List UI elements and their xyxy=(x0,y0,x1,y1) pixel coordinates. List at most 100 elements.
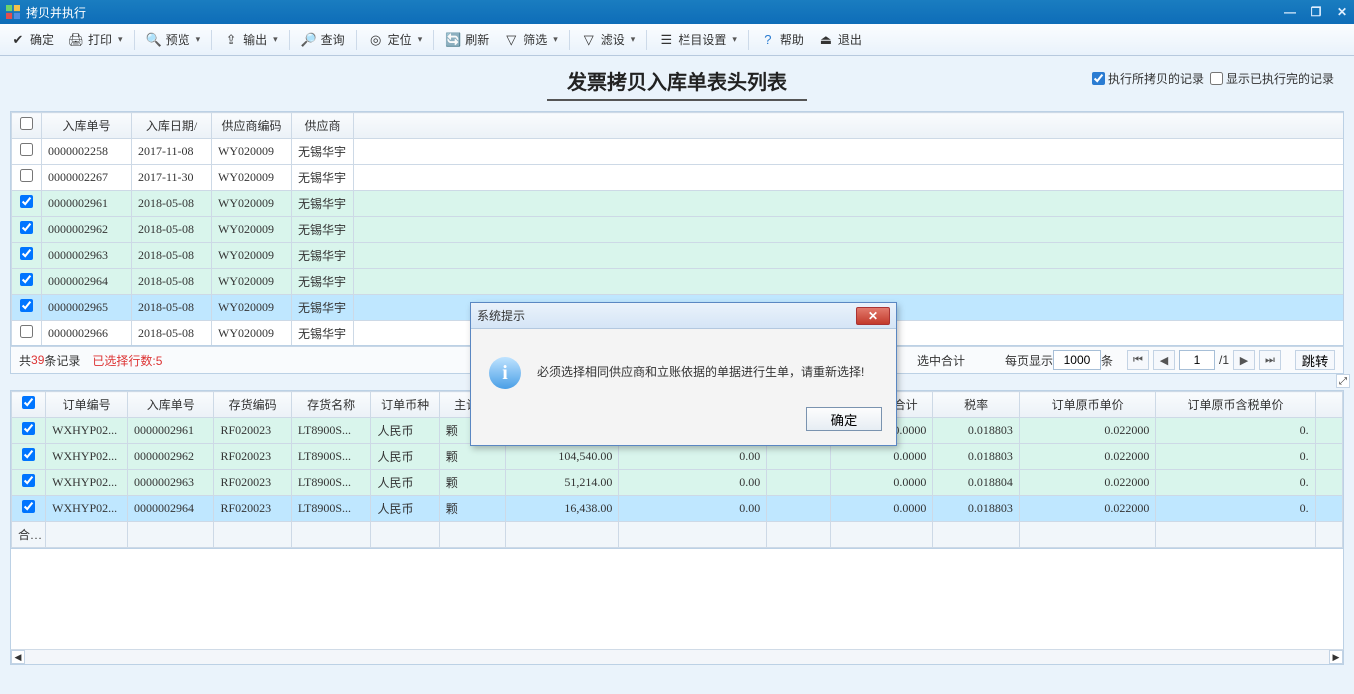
cell-blank xyxy=(1315,444,1342,470)
cell-vendor-name: 无锡华宇 xyxy=(292,269,354,295)
cell-blank xyxy=(354,191,1344,217)
row-checkbox[interactable] xyxy=(22,500,35,513)
option-show-executed[interactable]: 显示已执行完的记录 xyxy=(1210,70,1334,87)
row-checkbox[interactable] xyxy=(20,273,33,286)
jump-button[interactable]: 跳转 xyxy=(1295,350,1335,370)
next-page-button[interactable]: ▶ xyxy=(1233,350,1255,370)
check-icon: ✔ xyxy=(10,32,26,48)
row-checkbox[interactable] xyxy=(20,143,33,156)
table-row[interactable]: WXHYP02... 0000002964 RF020023 LT8900S..… xyxy=(12,496,1343,522)
cell-rate: 0.018803 xyxy=(933,496,1019,522)
option-execute-copied-checkbox[interactable] xyxy=(1092,72,1105,85)
cell-blank xyxy=(354,139,1344,165)
row-checkbox[interactable] xyxy=(20,169,33,182)
last-page-button[interactable]: ⏭ xyxy=(1259,350,1281,370)
table-row[interactable]: WXHYP02... 0000002963 RF020023 LT8900S..… xyxy=(12,470,1343,496)
column-header[interactable]: 税率 xyxy=(933,392,1019,418)
option-execute-copied[interactable]: 执行所拷贝的记录 xyxy=(1092,70,1204,87)
toolbar-filter[interactable]: ▽筛选▾ xyxy=(497,28,564,51)
table-row[interactable]: 0000002258 2017-11-08 WY020009 无锡华宇 xyxy=(12,139,1344,165)
column-header[interactable] xyxy=(1315,392,1342,418)
cell-inv: RF020023 xyxy=(214,418,291,444)
column-header[interactable] xyxy=(12,113,42,139)
table-row[interactable]: 0000002964 2018-05-08 WY020009 无锡华宇 xyxy=(12,269,1344,295)
toolbar-preview[interactable]: 🔍预览▾ xyxy=(140,28,207,51)
cell-in: 0000002961 xyxy=(128,418,214,444)
column-header[interactable]: 入库单号 xyxy=(128,392,214,418)
column-header[interactable]: 订单编号 xyxy=(46,392,128,418)
table-row[interactable]: WXHYP02... 0000002962 RF020023 LT8900S..… xyxy=(12,444,1343,470)
column-header[interactable]: 供应商编码 xyxy=(212,113,292,139)
prev-page-button[interactable]: ◀ xyxy=(1153,350,1175,370)
toolbar-columnset[interactable]: ☰栏目设置▾ xyxy=(652,28,743,51)
title-bar: 拷贝并执行 — ❐ ✕ xyxy=(0,0,1354,24)
record-count-prefix: 共 xyxy=(19,352,31,369)
table-row[interactable]: 0000002961 2018-05-08 WY020009 无锡华宇 xyxy=(12,191,1344,217)
row-checkbox[interactable] xyxy=(22,448,35,461)
cell-blank xyxy=(1315,418,1342,444)
table-row[interactable]: 0000002962 2018-05-08 WY020009 无锡华宇 xyxy=(12,217,1344,243)
column-header[interactable]: 入库日期/ xyxy=(132,113,212,139)
select-all-checkbox[interactable] xyxy=(22,396,35,409)
column-header[interactable]: 订单币种 xyxy=(371,392,439,418)
column-header[interactable]: 订单原币含税单价 xyxy=(1156,392,1315,418)
toolbar-help[interactable]: ?帮助 xyxy=(754,28,810,51)
toolbar-ok[interactable]: ✔确定 xyxy=(4,28,60,51)
toolbar-query[interactable]: 🔎查询 xyxy=(295,28,351,51)
cell-blank xyxy=(354,243,1344,269)
toolbar-filterset[interactable]: ▽滤设▾ xyxy=(575,28,642,51)
page-total: /1 xyxy=(1219,353,1229,367)
row-checkbox[interactable] xyxy=(20,299,33,312)
cell-blank xyxy=(1315,496,1342,522)
row-checkbox[interactable] xyxy=(20,325,33,338)
toolbar-locate[interactable]: ◎定位▾ xyxy=(362,28,429,51)
select-all-checkbox[interactable] xyxy=(20,117,33,130)
table-row[interactable]: 0000002963 2018-05-08 WY020009 无锡华宇 xyxy=(12,243,1344,269)
help-icon: ? xyxy=(760,32,776,48)
row-checkbox[interactable] xyxy=(20,221,33,234)
horizontal-scrollbar[interactable]: ◀ ▶ xyxy=(10,649,1344,665)
cell-in-date: 2018-05-08 xyxy=(132,295,212,321)
cell-in-date: 2018-05-08 xyxy=(132,217,212,243)
cell-taxamt xyxy=(767,470,831,496)
column-header[interactable]: 供应商 xyxy=(292,113,354,139)
window-title: 拷贝并执行 xyxy=(26,4,86,21)
refresh-icon: 🔄 xyxy=(445,32,461,48)
cell-uom: 颗 xyxy=(439,496,505,522)
first-page-button[interactable]: ⏮ xyxy=(1127,350,1149,370)
cell-tprice: 0. xyxy=(1156,418,1315,444)
dialog-ok-button[interactable]: 确定 xyxy=(806,407,882,431)
per-page-input[interactable] xyxy=(1053,350,1101,370)
toolbar-exit-label: 退出 xyxy=(838,31,862,48)
restore-button[interactable]: ❐ xyxy=(1308,5,1324,19)
option-show-executed-checkbox[interactable] xyxy=(1210,72,1223,85)
column-header[interactable]: 入库单号 xyxy=(42,113,132,139)
row-checkbox[interactable] xyxy=(22,474,35,487)
cell-in-date: 2018-05-08 xyxy=(132,269,212,295)
system-dialog: 系统提示 ✕ i 必须选择相同供应商和立账依据的单据进行生单，请重新选择! 确定 xyxy=(470,302,897,446)
scroll-left-icon[interactable]: ◀ xyxy=(11,650,25,664)
close-button[interactable]: ✕ xyxy=(1334,5,1350,19)
toolbar-print[interactable]: 🖨打印▾ xyxy=(62,28,129,51)
column-header[interactable]: 订单原币单价 xyxy=(1019,392,1156,418)
toolbar-output[interactable]: ⇪输出▾ xyxy=(217,28,284,51)
cell-in-no: 0000002267 xyxy=(42,165,132,191)
expand-icon[interactable]: ⤢ xyxy=(1336,374,1350,388)
app-icon xyxy=(6,5,20,19)
scroll-right-icon[interactable]: ▶ xyxy=(1329,650,1343,664)
dialog-close-button[interactable]: ✕ xyxy=(856,307,890,325)
toolbar-ok-label: 确定 xyxy=(30,31,54,48)
column-header[interactable]: 存货名称 xyxy=(291,392,371,418)
row-checkbox[interactable] xyxy=(20,195,33,208)
table-row[interactable]: 0000002267 2017-11-30 WY020009 无锡华宇 xyxy=(12,165,1344,191)
cell-vendor-name: 无锡华宇 xyxy=(292,139,354,165)
minimize-button[interactable]: — xyxy=(1282,5,1298,19)
column-header[interactable] xyxy=(12,392,46,418)
search-icon: 🔎 xyxy=(301,32,317,48)
toolbar-refresh[interactable]: 🔄刷新 xyxy=(439,28,495,51)
column-header[interactable]: 存货编码 xyxy=(214,392,291,418)
toolbar-exit[interactable]: ⏏退出 xyxy=(812,28,868,51)
row-checkbox[interactable] xyxy=(20,247,33,260)
page-input[interactable] xyxy=(1179,350,1215,370)
row-checkbox[interactable] xyxy=(22,422,35,435)
